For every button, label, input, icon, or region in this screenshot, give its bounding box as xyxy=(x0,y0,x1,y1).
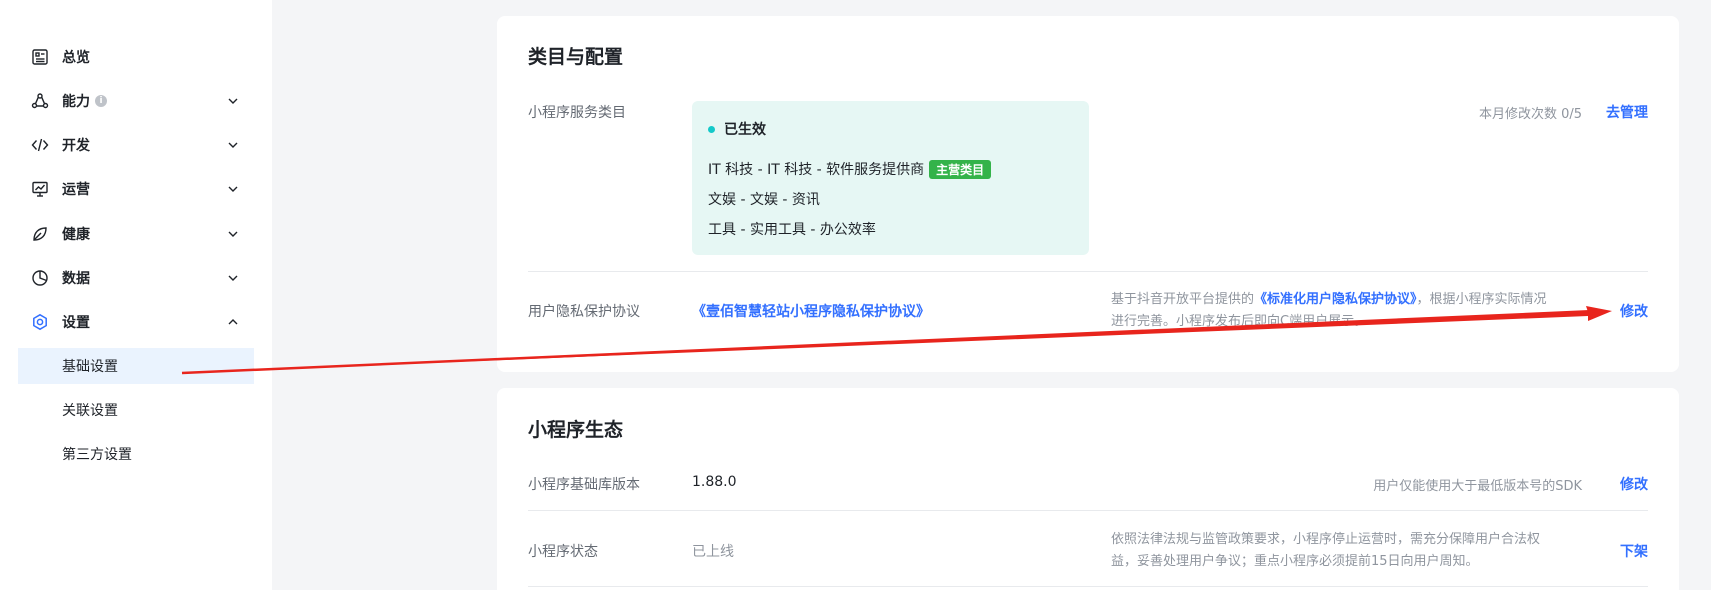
info-icon[interactable]: i xyxy=(95,95,107,107)
app-status-label: 小程序状态 xyxy=(528,544,598,560)
card-title: 类目与配置 xyxy=(528,46,624,68)
category-line: 文娱 - 文娱 - 资讯 xyxy=(708,189,820,209)
monthly-change-count: 本月修改次数 0/5 xyxy=(1478,107,1582,122)
service-category-box: 已生效 IT 科技 - IT 科技 - 软件服务提供商 主营类目 文娱 - 文娱… xyxy=(692,101,1089,255)
sidebar-subitem-related-settings[interactable]: 关联设置 xyxy=(18,392,254,428)
divider xyxy=(528,510,1648,511)
sdk-version-desc: 用户仅能使用大于最低版本号的SDK xyxy=(1373,479,1582,494)
divider xyxy=(528,586,1648,587)
category-line-text: 文娱 - 文娱 - 资讯 xyxy=(708,192,820,208)
chevron-down-icon xyxy=(228,231,238,237)
divider xyxy=(528,271,1648,272)
sidebar-item-label: 总览 xyxy=(62,50,90,66)
dashboard-icon xyxy=(30,47,50,67)
status-desc-line1: 依照法律法规与监管政策要求，小程序停止运营时，需充分保障用户合法权 xyxy=(1111,532,1541,547)
chevron-up-icon xyxy=(228,319,238,325)
pie-chart-icon xyxy=(30,268,50,288)
sidebar-item-label: 开发 xyxy=(62,138,90,154)
privacy-desc-line2: 进行完善。小程序发布后即向C端用户展示。 xyxy=(1111,314,1368,329)
primary-category-badge: 主营类目 xyxy=(929,159,992,179)
sidebar-subitem-label: 基础设置 xyxy=(62,359,118,375)
operation-icon xyxy=(30,179,50,199)
privacy-description: 基于抖音开放平台提供的《标准化用户隐私保护协议》，根据小程序实际情况 进行完善。… xyxy=(1111,289,1601,333)
card-title: 小程序生态 xyxy=(528,419,624,441)
sidebar-item-label: 能力 xyxy=(62,94,90,110)
app-status-description: 依照法律法规与监管政策要求，小程序停止运营时，需充分保障用户合法权 益，妥善处理… xyxy=(1111,529,1591,573)
sdk-version-value: 1.88.0 xyxy=(692,474,737,490)
category-line: IT 科技 - IT 科技 - 软件服务提供商 主营类目 xyxy=(708,159,992,179)
take-down-button[interactable]: 下架 xyxy=(1620,541,1648,561)
sidebar-item-label: 健康 xyxy=(62,227,90,243)
gear-icon xyxy=(30,312,50,332)
standard-privacy-agreement-link[interactable]: 《标准化用户隐私保护协议》 xyxy=(1254,292,1417,307)
privacy-agreement-label: 用户隐私保护协议 xyxy=(528,304,640,320)
sidebar-subitem-third-party-settings[interactable]: 第三方设置 xyxy=(18,436,254,472)
sidebar-subitem-label: 关联设置 xyxy=(62,403,118,419)
chevron-down-icon xyxy=(228,275,238,281)
status-badge: 已生效 xyxy=(708,119,766,139)
category-line-text: 工具 - 实用工具 - 办公效率 xyxy=(708,222,876,238)
status-text: 已生效 xyxy=(724,122,766,138)
sidebar-item-health[interactable]: 健康 xyxy=(18,216,254,252)
sidebar-item-overview[interactable]: 总览 xyxy=(18,39,254,75)
privacy-desc-text: 基于抖音开放平台提供的 xyxy=(1111,292,1255,307)
sidebar-item-label: 运营 xyxy=(62,182,90,198)
category-config-card: 类目与配置 小程序服务类目 已生效 IT 科技 - IT 科技 - 软件服务提供… xyxy=(497,16,1679,372)
chevron-down-icon xyxy=(228,142,238,148)
edit-sdk-version-button[interactable]: 修改 xyxy=(1620,474,1648,494)
code-icon xyxy=(30,135,50,155)
ecosystem-card: 小程序生态 小程序基础库版本 1.88.0 用户仅能使用大于最低版本号的SDK … xyxy=(497,388,1679,590)
chevron-down-icon xyxy=(228,186,238,192)
sidebar-item-develop[interactable]: 开发 xyxy=(18,127,254,163)
sdk-version-label: 小程序基础库版本 xyxy=(528,477,640,493)
privacy-desc-text: ，根据小程序实际情况 xyxy=(1416,292,1547,307)
service-category-label: 小程序服务类目 xyxy=(528,105,626,121)
status-desc-line2: 益，妥善处理用户争议；重点小程序必须提前15日向用户周知。 xyxy=(1111,554,1479,569)
manage-categories-link[interactable]: 去管理 xyxy=(1606,102,1648,122)
sidebar-item-settings[interactable]: 设置 xyxy=(18,304,254,340)
sidebar: 总览 能力 i 开发 运营 健康 数据 设置 基础设置 关联设置 第三方设置 xyxy=(0,0,272,590)
sidebar-item-data[interactable]: 数据 xyxy=(18,260,254,296)
app-status-value: 已上线 xyxy=(692,544,734,560)
health-icon xyxy=(30,224,50,244)
sidebar-item-label: 数据 xyxy=(62,271,90,287)
category-line-text: IT 科技 - IT 科技 - 软件服务提供商 xyxy=(708,162,925,178)
sidebar-item-label: 设置 xyxy=(62,315,90,331)
sidebar-subitem-basic-settings[interactable]: 基础设置 xyxy=(18,348,254,384)
category-line: 工具 - 实用工具 - 办公效率 xyxy=(708,219,876,239)
status-dot-icon xyxy=(708,125,715,133)
privacy-agreement-link[interactable]: 《壹佰智慧轻站小程序隐私保护协议》 xyxy=(692,301,930,321)
sidebar-item-capability[interactable]: 能力 i xyxy=(18,83,254,119)
sidebar-item-operation[interactable]: 运营 xyxy=(18,171,254,207)
chevron-down-icon xyxy=(228,98,238,104)
edit-privacy-button[interactable]: 修改 xyxy=(1620,301,1648,321)
sidebar-subitem-label: 第三方设置 xyxy=(62,447,132,463)
capability-icon xyxy=(30,91,50,111)
